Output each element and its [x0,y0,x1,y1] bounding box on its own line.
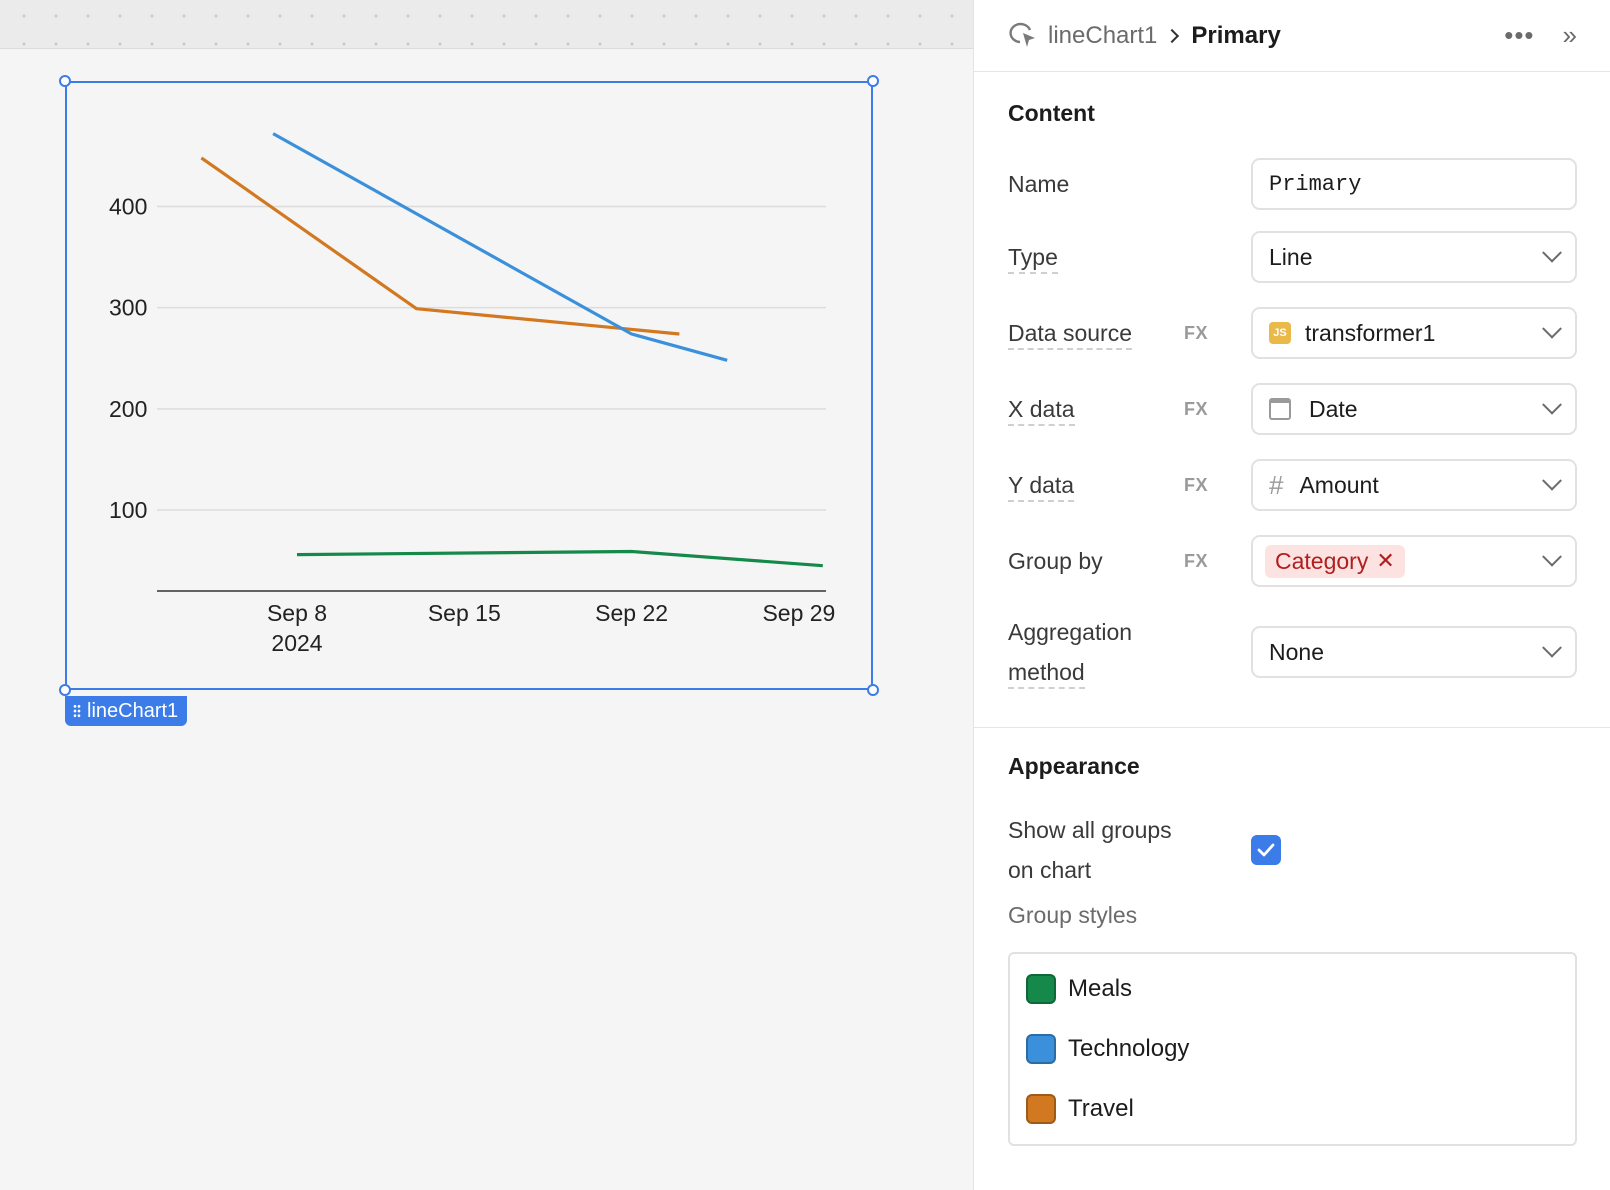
group-by-label: Group by [1008,547,1103,574]
name-row: Name Primary [1008,158,1577,210]
breadcrumb-current: Primary [1191,21,1281,49]
group-styles-label: Group styles [1008,902,1138,928]
x-tick-label: Sep 22 [595,600,668,626]
x-data-label: X data [1008,395,1178,426]
type-row: Type Line [1008,231,1577,283]
y-tick-label: 100 [109,497,147,523]
breadcrumb: lineChart1 Primary [1008,22,1281,50]
chevron-down-icon [1542,318,1562,339]
chevron-right-icon [1165,28,1180,43]
line-chart: 100 200 300 400 Sep 8 Sep 15 Sep 22 Sep 29 2024 [109,132,835,656]
group-by-select[interactable]: Category ✕ [1251,535,1577,587]
chevron-down-icon [1542,546,1562,567]
x-tick-label: Sep 29 [762,600,835,626]
section-divider [974,727,1610,728]
aggregation-select[interactable]: None [1251,626,1577,678]
color-swatch[interactable] [1026,1094,1056,1124]
data-source-row: Data source FX JS transformer1 [1008,307,1577,359]
content-section-title: Content [1008,100,1095,126]
breadcrumb-parent[interactable]: lineChart1 [1048,22,1157,50]
chevron-down-icon [1542,242,1562,263]
remove-tag-icon[interactable]: ✕ [1376,548,1394,574]
collapse-panel-icon[interactable]: » [1563,20,1577,51]
color-swatch[interactable] [1026,974,1056,1004]
data-source-label: Data source [1008,319,1178,350]
chevron-down-icon [1542,637,1562,658]
series-line-technology [272,132,728,362]
x-tick-label: Sep 8 [267,600,327,626]
canvas-top-strip [0,0,973,49]
check-icon [1257,843,1275,857]
canvas[interactable]: 100 200 300 400 Sep 8 Sep 15 Sep 22 Sep 29 2024 … [0,0,973,1190]
show-all-groups-checkbox[interactable] [1251,835,1281,865]
name-input[interactable]: Primary [1251,158,1577,210]
group-item-travel[interactable]: Travel [1026,1094,1134,1124]
color-swatch[interactable] [1026,1034,1056,1064]
show-all-groups-row: Show all groups on chart [1008,810,1577,890]
chevron-down-icon [1542,470,1562,491]
x-tick-label: Sep 15 [428,600,501,626]
cursor-select-icon [1008,22,1038,50]
fx-toggle[interactable]: FX [1184,399,1208,420]
type-select[interactable]: Line [1251,231,1577,283]
js-icon: JS [1269,322,1291,344]
aggregation-row: Aggregation method None [1008,612,1577,692]
name-label: Name [1008,170,1070,197]
group-styles-list: Meals Technology Travel [1008,952,1577,1146]
appearance-section-title: Appearance [1008,753,1140,779]
line-chart-component[interactable]: 100 200 300 400 Sep 8 Sep 15 Sep 22 Sep 29 2024 [65,81,873,690]
y-tick-label: 400 [109,193,147,219]
resize-handle-bottom-right[interactable] [867,684,879,696]
drag-handle-icon[interactable] [73,704,81,718]
y-data-select[interactable]: # Amount [1251,459,1577,511]
chevron-down-icon [1542,394,1562,415]
fx-toggle[interactable]: FX [1184,475,1208,496]
resize-handle-top-right[interactable] [867,75,879,87]
fx-toggle[interactable]: FX [1184,551,1208,572]
type-label: Type [1008,243,1178,274]
resize-handle-top-left[interactable] [59,75,71,87]
x-data-row: X data FX Date [1008,383,1577,435]
x-tick-sublabel: 2024 [271,630,322,656]
category-tag[interactable]: Category ✕ [1265,544,1405,578]
y-tick-label: 200 [109,396,147,422]
component-label-text: lineChart1 [87,700,179,722]
data-source-select[interactable]: JS transformer1 [1251,307,1577,359]
group-by-row: Group by FX Category ✕ [1008,535,1577,587]
group-item-meals[interactable]: Meals [1026,974,1132,1004]
component-label[interactable]: lineChart1 [65,696,188,726]
y-tick-label: 300 [109,295,147,321]
y-data-label: Y data [1008,471,1178,502]
calendar-icon [1269,398,1291,420]
more-options-icon[interactable]: ••• [1504,20,1534,51]
inspector-panel: lineChart1 Primary ••• » Content Name Pr… [973,0,1610,1190]
aggregation-label: Aggregation method [1008,612,1178,692]
series-line-meals [296,549,823,568]
resize-handle-bottom-left[interactable] [59,684,71,696]
x-data-select[interactable]: Date [1251,383,1577,435]
show-all-groups-label: Show all groups on chart [1008,817,1172,883]
y-data-row: Y data FX # Amount [1008,459,1577,511]
group-item-technology[interactable]: Technology [1026,1034,1189,1064]
hash-icon: # [1269,469,1284,500]
panel-header: lineChart1 Primary ••• » [974,0,1610,72]
fx-toggle[interactable]: FX [1184,323,1208,344]
